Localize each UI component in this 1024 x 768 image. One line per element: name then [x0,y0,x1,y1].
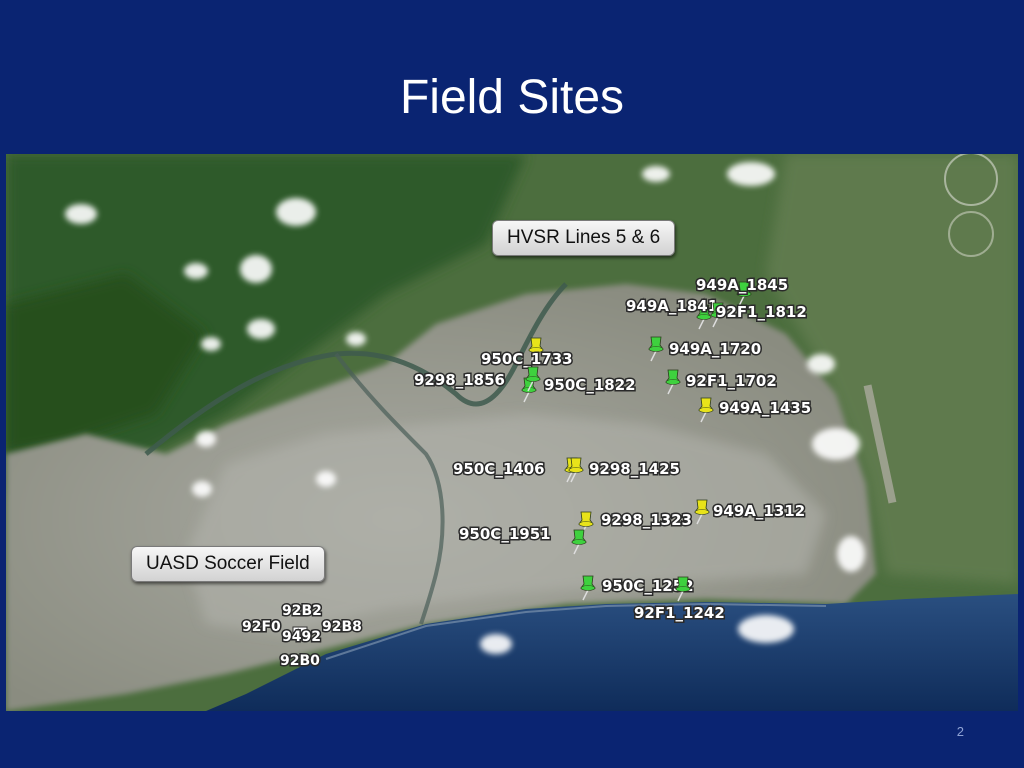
site-marker-label: 950C_1733 [481,350,573,368]
site-marker-label: 949A_1312 [713,502,805,520]
uasd-site-label: 9492 [282,629,321,645]
page-number: 2 [956,724,964,739]
site-marker-label: 9298_1425 [589,460,680,478]
site-marker-label: 950C_1822 [544,376,636,394]
slide-title: Field Sites [399,71,625,124]
site-marker-label: 949A_1435 [719,399,811,417]
site-marker-label: 9298_1856 [414,371,505,389]
site-marker-label: 949A_1841 [626,297,718,315]
uasd-site-label: 92F0 [242,619,281,635]
uasd-site-label: 92B0 [280,653,320,669]
uasd-site-label: 92B8 [322,619,362,635]
site-marker-label: 950C_1406 [453,460,545,478]
hvsr-lines-callout: HVSR Lines 5 & 6 [492,220,676,256]
uasd-soccer-field-callout: UASD Soccer Field [131,546,325,582]
site-marker-label: 949A_1845 [696,276,788,294]
site-marker-label: 949A_1720 [669,340,761,358]
site-marker-label: 92F1_1242 [634,604,725,622]
uasd-site-label: 92B2 [282,603,322,619]
site-marker-label: 92F1_1812 [716,303,807,321]
satellite-map[interactable]: 949A_1845 949A_1841 92F1_1812 949A_1720 950C… [6,154,1018,711]
site-marker-label: 9298_1323 [601,511,692,529]
site-marker-label: 950C_1951 [459,525,551,543]
site-marker-label: 92F1_1702 [686,372,777,390]
